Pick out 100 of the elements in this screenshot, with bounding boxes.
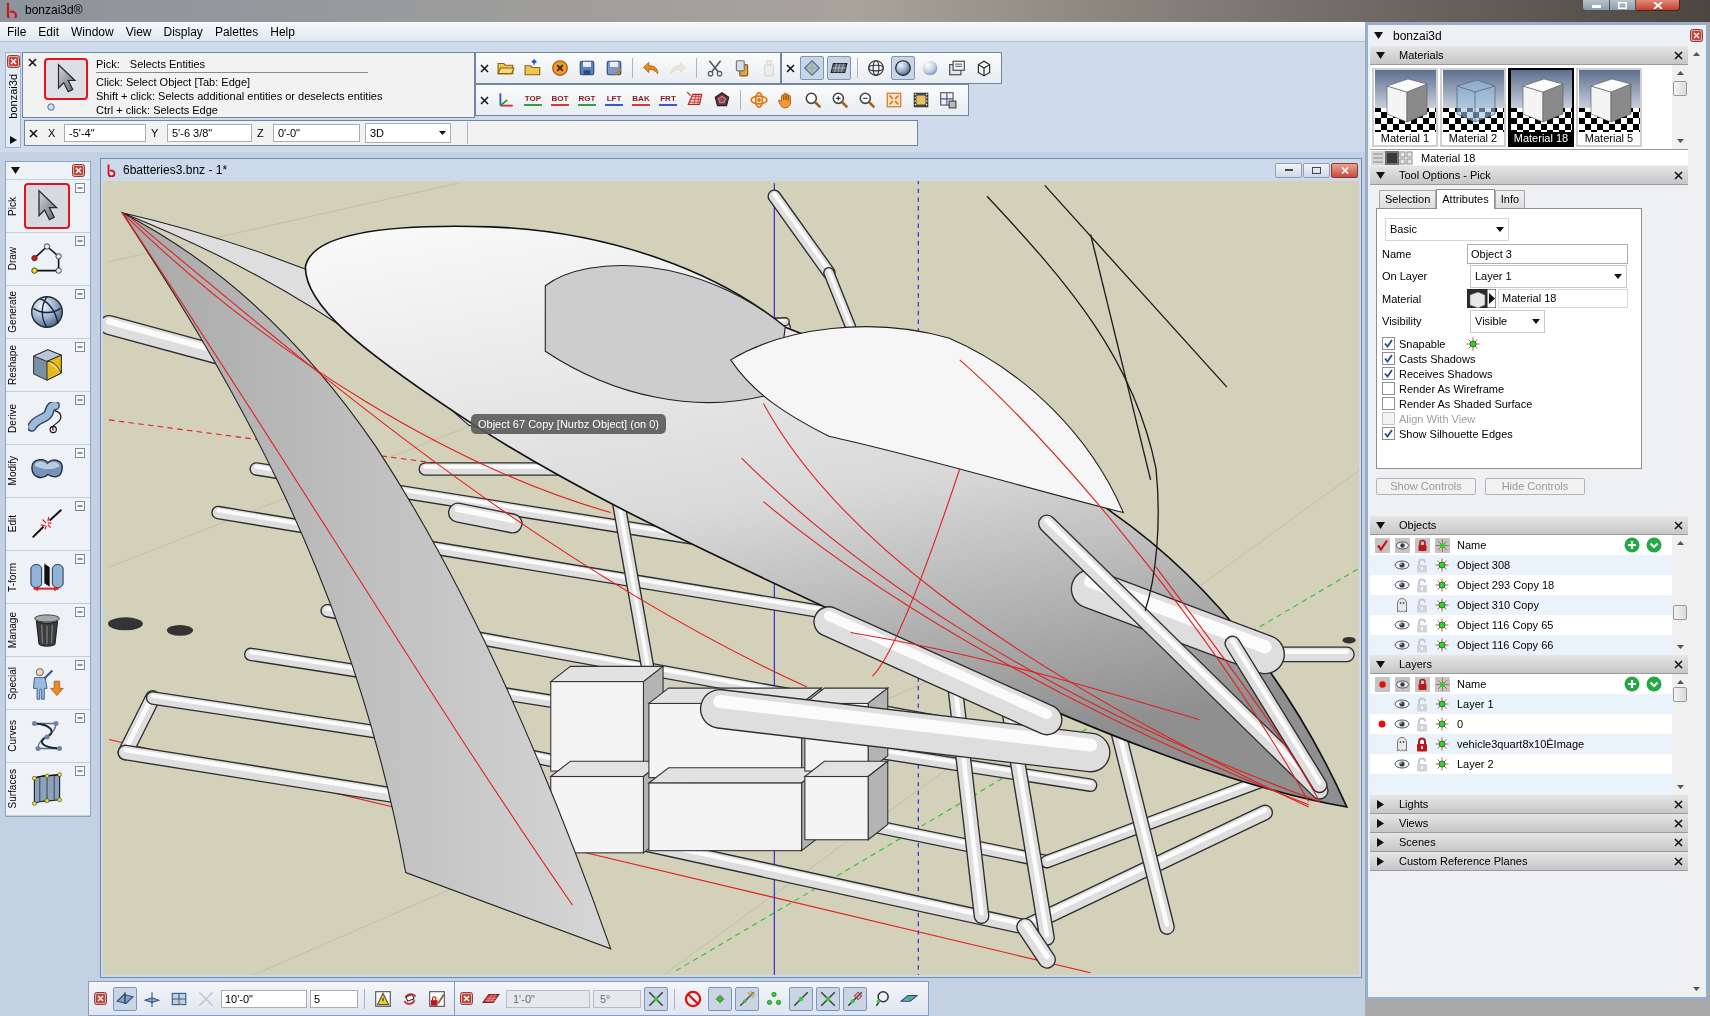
collapse-triangle-icon (1374, 31, 1383, 40)
sphere-icon (921, 59, 939, 77)
lock-column-icon (1414, 676, 1430, 692)
cube-preview-icon (1578, 70, 1640, 132)
menu-item[interactable]: Window (65, 22, 120, 41)
menu-item[interactable]: Display (157, 22, 209, 41)
view-button[interactable]: TOP (521, 88, 545, 112)
minimize-icon (1284, 169, 1293, 171)
view-button[interactable]: FRT (656, 88, 680, 112)
coordinate-field[interactable]: 0'-0" (273, 124, 360, 142)
close-icon (72, 164, 85, 177)
row-name: vehicle3quart8x10ÊImage (1457, 737, 1585, 751)
menu-item[interactable]: Help (264, 22, 301, 41)
field-label: Name (1382, 246, 1413, 261)
scrollbar-thumb (1673, 687, 1687, 702)
menu-item[interactable]: File (1, 22, 33, 41)
dropdown-caret-icon (1614, 273, 1622, 279)
grid-field[interactable]: 5 (310, 989, 358, 1008)
material-swatch-button[interactable] (1467, 289, 1498, 308)
list-row[interactable]: Layer 2 (1370, 754, 1672, 774)
grid-field[interactable]: 10'-0" (221, 989, 307, 1008)
tab[interactable]: Attributes (1436, 189, 1495, 209)
dock-tab[interactable]: bonzai3d (5, 52, 21, 148)
pick-tool-button[interactable] (44, 58, 88, 100)
material-field[interactable]: Material 18 (1498, 289, 1628, 308)
dropdown[interactable]: Visible (1470, 309, 1545, 333)
status-dot-icon (47, 103, 55, 111)
material-thumbnail[interactable]: Material 1 (1372, 68, 1438, 147)
view-mode-dropdown[interactable]: 3D (365, 123, 451, 143)
close-icon (1674, 818, 1683, 828)
close-icon (1652, 2, 1663, 9)
checkbox[interactable] (1382, 352, 1395, 365)
close-icon (1690, 29, 1703, 42)
dropdown[interactable]: Layer 1 (1470, 264, 1627, 288)
tool-category-label: Generate (6, 291, 19, 333)
minimize-button[interactable] (1275, 162, 1302, 178)
snap-button[interactable] (644, 986, 668, 1011)
view-button[interactable]: RGT (575, 88, 599, 112)
list-row[interactable]: Object 293 Copy 18 (1370, 575, 1672, 595)
scroll-down-icon (1676, 139, 1684, 143)
collapse-icon (75, 395, 85, 405)
tool-summary: Selects Entities (129, 57, 206, 71)
wireframe-sphere-icon (867, 59, 885, 77)
checkbox[interactable] (1382, 427, 1395, 440)
close-button[interactable] (1331, 162, 1358, 178)
coordinate-field[interactable]: -5'-4" (64, 124, 146, 142)
tool-category-label: T-form (6, 562, 19, 592)
hint-text: Click: Select Object [Tab: Edge] (96, 75, 252, 89)
snap-column-icon (1434, 537, 1450, 553)
film-frame-icon (912, 91, 930, 109)
maximize-button[interactable] (1610, 0, 1636, 11)
material-thumbnail[interactable]: Material 5 (1576, 68, 1642, 147)
section-title: Layers (1399, 657, 1433, 671)
curve-icon (29, 719, 65, 753)
view-button[interactable]: LFT (602, 88, 626, 112)
list-row[interactable]: 0 (1370, 714, 1672, 734)
material-thumbnail[interactable]: Material 2 (1440, 68, 1506, 147)
tab[interactable]: Info (1494, 190, 1526, 208)
cube-preview-icon (1442, 70, 1504, 132)
tool-button[interactable] (24, 183, 70, 229)
hint-text: Ctrl + click: Selects Edge (96, 103, 219, 117)
menu-item[interactable]: Palettes (208, 22, 265, 41)
list-row[interactable]: Object 116 Copy 65 (1370, 615, 1672, 635)
maximize-button[interactable] (1303, 162, 1330, 178)
checkbox[interactable] (1382, 382, 1395, 395)
close-icon (1674, 170, 1683, 180)
display-toggle-button[interactable] (891, 56, 915, 80)
cube-preview-icon (1374, 70, 1436, 132)
coordinate-field[interactable]: 5'-6 3/8" (167, 124, 252, 142)
fit-view-icon (885, 91, 903, 109)
name-field[interactable]: Object 3 (1467, 243, 1628, 264)
zoom-out-icon (858, 91, 876, 109)
collapse-icon (75, 660, 85, 670)
tab[interactable]: Selection (1379, 190, 1437, 208)
column-header: Name (1457, 538, 1487, 552)
preset-dropdown[interactable]: Basic (1385, 218, 1509, 241)
scroll-up-icon (1676, 541, 1684, 545)
snap-column-icon (1434, 676, 1450, 692)
checkbox[interactable] (1382, 397, 1395, 410)
palette-window-title: bonzai3d (1393, 28, 1442, 43)
row-name: 0 (1457, 717, 1464, 731)
current-material-name: Material 18 (1421, 150, 1476, 165)
checkbox[interactable] (1382, 367, 1395, 380)
sphere-icon (29, 294, 65, 330)
scroll-down-icon (1676, 785, 1684, 789)
active-layer-column-icon (1374, 676, 1390, 692)
checkbox[interactable] (1382, 337, 1395, 350)
display-toggle-button[interactable] (800, 56, 824, 80)
close-icon (28, 58, 37, 67)
snap-icon (1435, 598, 1449, 612)
minimize-button[interactable] (1582, 0, 1610, 11)
view-button[interactable]: BOT (548, 88, 572, 112)
material-thumbnail[interactable]: Material 18 (1508, 68, 1574, 147)
view-button[interactable]: BAK (629, 88, 653, 112)
display-toggle-button[interactable] (827, 56, 851, 80)
snap-button[interactable] (816, 986, 840, 1011)
menu-item[interactable]: Edit (32, 22, 66, 41)
collapse-icon (75, 236, 85, 246)
menu-item[interactable]: View (119, 22, 158, 41)
close-button[interactable] (1636, 0, 1680, 11)
